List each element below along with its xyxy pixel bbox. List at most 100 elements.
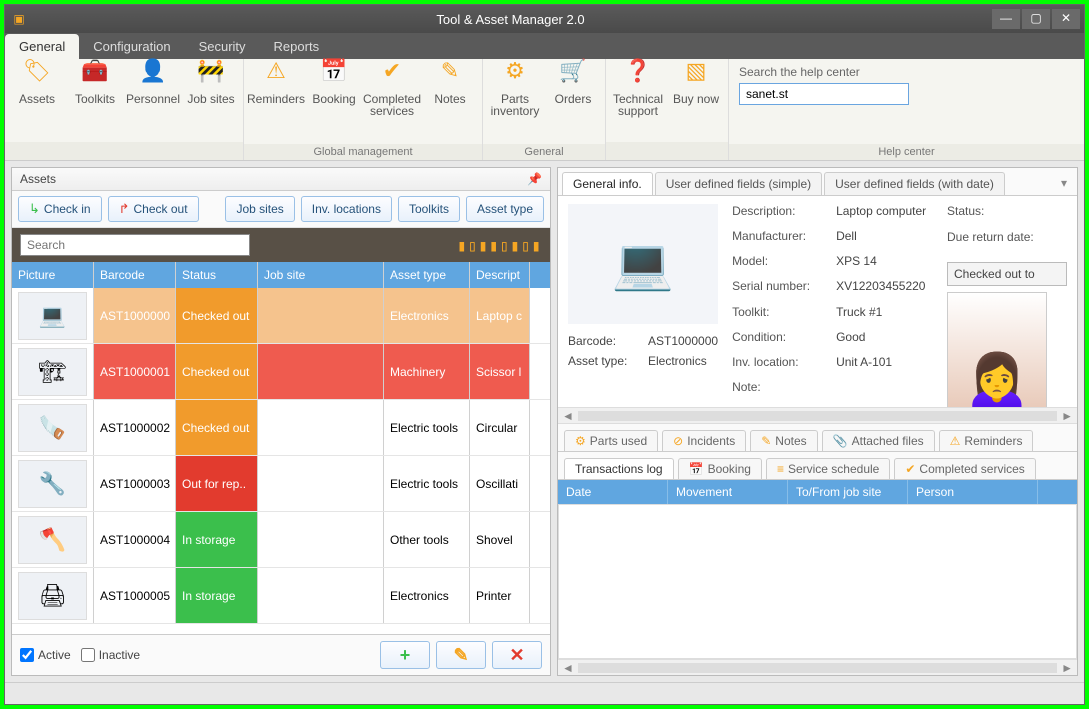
table-row[interactable]: 💻AST1000000Checked outElectronicsLaptop … (12, 288, 550, 344)
tab-udf-simple[interactable]: User defined fields (simple) (655, 172, 822, 195)
ribbon-job-sites-button[interactable]: 🚧Job sites (185, 63, 237, 105)
ribbon-assets-button[interactable]: 🏷Assets (11, 63, 63, 105)
col-status[interactable]: Status (176, 262, 258, 288)
tab-configuration[interactable]: Configuration (79, 34, 184, 59)
notes-icon: ✎ (441, 65, 459, 91)
detail-hscroll[interactable]: ◄► (558, 407, 1077, 423)
logcol-person[interactable]: Person (908, 480, 1038, 504)
minimize-button[interactable]: — (992, 9, 1020, 29)
toolkits-button[interactable]: Toolkits (398, 196, 460, 222)
model-label: Model: (732, 254, 824, 273)
table-row[interactable]: 🪓AST1000004In storageOther toolsShovel (12, 512, 550, 568)
asset-thumb-icon: 🪓 (18, 516, 87, 564)
person-avatar: 🙍‍♀️ (947, 292, 1047, 407)
logcol-tofrom[interactable]: To/From job site (788, 480, 908, 504)
ribbon-notes-button[interactable]: ✎Notes (424, 63, 476, 105)
col-description[interactable]: Descript (470, 262, 530, 288)
active-checkbox[interactable]: Active (20, 648, 71, 662)
delete-button[interactable]: ✕ (492, 641, 542, 669)
check-out-button[interactable]: ↱Check out (108, 196, 199, 222)
add-button[interactable]: + (380, 641, 430, 669)
cell-assettype: Other tools (384, 512, 470, 567)
log-header: Date Movement To/From job site Person (558, 480, 1077, 504)
maximize-button[interactable]: ▢ (1022, 9, 1050, 29)
detail-panel: General info. User defined fields (simpl… (557, 167, 1078, 676)
cell-barcode: AST1000003 (94, 456, 176, 511)
buy-now-icon: ▧ (686, 65, 707, 91)
ribbon-toolkits-button[interactable]: 🧰Toolkits (69, 63, 121, 105)
barcode-icon: ▮▯▮▮▯▮▯▮ (457, 236, 542, 255)
app-icon: ▣ (9, 12, 29, 26)
ribbon-group-global-label: Global management (244, 144, 482, 160)
booking-icon: 📅 (320, 65, 347, 91)
tab-security[interactable]: Security (185, 34, 260, 59)
subtab-incidents[interactable]: ⊘Incidents (662, 430, 746, 451)
cell-assettype: Electric tools (384, 456, 470, 511)
log-body[interactable] (558, 504, 1077, 659)
subtab-transactions[interactable]: Transactions log (564, 458, 674, 479)
table-row[interactable]: 🖨AST1000005In storageElectronicsPrinter (12, 568, 550, 624)
cell-jobsite (258, 568, 384, 623)
ribbon-booking-button[interactable]: 📅Booking (308, 63, 360, 105)
cell-jobsite (258, 344, 384, 399)
ribbon-parts-inventory-button[interactable]: ⚙Parts inventory (489, 63, 541, 117)
ribbon-orders-button[interactable]: 🛒Orders (547, 63, 599, 105)
assets-search-input[interactable] (20, 234, 250, 256)
close-button[interactable]: ✕ (1052, 9, 1080, 29)
pin-icon[interactable]: 📌 (527, 172, 542, 186)
ribbon-buy-now-button[interactable]: ▧Buy now (670, 63, 722, 105)
subtab-booking[interactable]: 📅Booking (678, 458, 762, 479)
help-search-input[interactable] (739, 83, 909, 105)
inactive-checkbox[interactable]: Inactive (81, 648, 140, 662)
col-jobsite[interactable]: Job site (258, 262, 384, 288)
edit-button[interactable]: ✎ (436, 641, 486, 669)
col-barcode[interactable]: Barcode (94, 262, 176, 288)
asset-thumb-icon: 🏗 (18, 348, 87, 396)
ribbon-technical-support-button[interactable]: ❓Technical support (612, 63, 664, 117)
tab-udf-date[interactable]: User defined fields (with date) (824, 172, 1005, 195)
model-value: XPS 14 (836, 254, 926, 273)
check-in-button[interactable]: ↳Check in (18, 196, 102, 222)
expand-icon[interactable]: ▾ (1055, 172, 1073, 195)
ribbon-reminders-button[interactable]: ⚠Reminders (250, 63, 302, 105)
subtab-reminders[interactable]: ⚠Reminders (939, 430, 1034, 451)
grid-header: Picture Barcode Status Job site Asset ty… (12, 262, 550, 288)
cell-description: Printer (470, 568, 530, 623)
tab-general-info[interactable]: General info. (562, 172, 653, 195)
table-row[interactable]: 🪚AST1000002Checked outElectric toolsCirc… (12, 400, 550, 456)
table-row[interactable]: 🔧AST1000003Out for rep..Electric toolsOs… (12, 456, 550, 512)
log-hscroll[interactable]: ◄► (558, 659, 1077, 675)
assets-grid[interactable]: Picture Barcode Status Job site Asset ty… (12, 262, 550, 634)
toolkit-label: Toolkit: (732, 305, 824, 324)
job-sites-button[interactable]: Job sites (225, 196, 294, 222)
desc-value: Laptop computer (836, 204, 926, 223)
ribbon-completed-services-button[interactable]: ✔Completed services (366, 63, 418, 117)
sn-label: Serial number: (732, 279, 824, 298)
logcol-movement[interactable]: Movement (668, 480, 788, 504)
titlebar: ▣ Tool & Asset Manager 2.0 — ▢ ✕ (5, 5, 1084, 33)
asset-type-button[interactable]: Asset type (466, 196, 544, 222)
subtab-attached[interactable]: 📎Attached files (822, 430, 935, 451)
col-assettype[interactable]: Asset type (384, 262, 470, 288)
cell-status: Checked out (176, 288, 258, 343)
completed-icon: ✔ (905, 462, 915, 476)
table-row[interactable]: 🏗AST1000001Checked outMachineryScissor l (12, 344, 550, 400)
col-picture[interactable]: Picture (12, 262, 94, 288)
technical-support-icon: ❓ (624, 65, 651, 91)
due-label: Due return date: (947, 230, 1067, 244)
parts-inventory-icon: ⚙ (505, 65, 525, 91)
asset-thumb-icon: 💻 (18, 292, 87, 340)
subtab-completed[interactable]: ✔Completed services (894, 458, 1035, 479)
subtab-notes[interactable]: ✎Notes (750, 430, 817, 451)
status-box: Checked out to (947, 262, 1067, 286)
ribbon-personnel-button[interactable]: 👤Personnel (127, 63, 179, 105)
subtab-parts-used[interactable]: ⚙Parts used (564, 430, 658, 451)
subtab-schedule[interactable]: ≡Service schedule (766, 458, 890, 479)
schedule-icon: ≡ (777, 462, 784, 476)
tab-general[interactable]: General (5, 34, 79, 59)
logcol-date[interactable]: Date (558, 480, 668, 504)
tab-reports[interactable]: Reports (260, 34, 334, 59)
note-icon: ✎ (761, 434, 771, 448)
cog-icon: ⚙ (575, 434, 586, 448)
inv-locations-button[interactable]: Inv. locations (301, 196, 392, 222)
